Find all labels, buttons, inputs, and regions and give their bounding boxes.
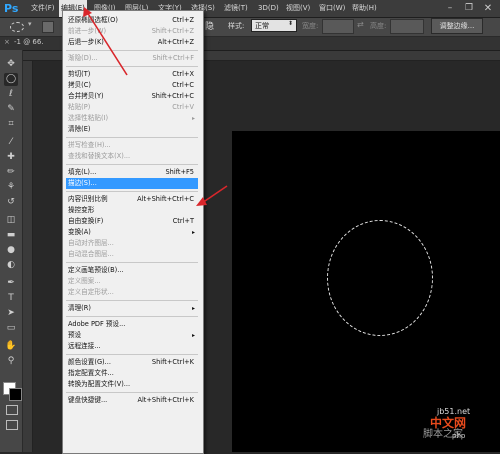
arrow-to-stroke-item [201,185,228,204]
arrow-to-edit-menu [86,11,128,76]
arrowhead-icon [83,7,92,17]
annotation-arrows [83,7,228,206]
watermark-php: php [452,432,466,440]
